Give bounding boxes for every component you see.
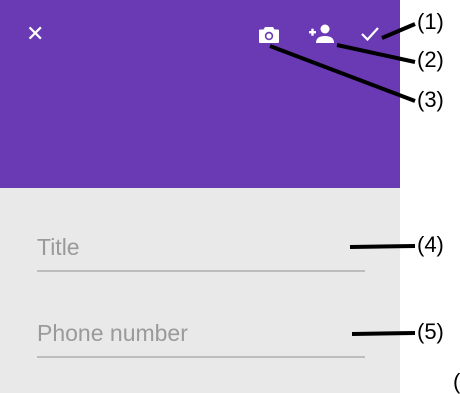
title-underline (37, 270, 365, 272)
callout-label-2: (2) (417, 47, 444, 72)
phone-number-field[interactable]: Phone number (37, 320, 365, 358)
contact-edit-screen: ✕ Title Phone number (0, 0, 400, 393)
phone-number-underline (37, 356, 365, 358)
close-icon[interactable]: ✕ (26, 24, 44, 46)
callout-label-3: (3) (417, 87, 444, 112)
callout-label-6: ( (453, 369, 460, 394)
camera-icon[interactable] (258, 26, 280, 44)
app-bar: ✕ (0, 0, 400, 188)
callout-label-5: (5) (417, 319, 444, 344)
callout-label-1: (1) (417, 9, 444, 34)
phone-number-placeholder: Phone number (37, 320, 188, 346)
add-person-icon[interactable] (309, 24, 335, 44)
callout-label-4: (4) (417, 232, 444, 257)
title-field[interactable]: Title (37, 234, 365, 272)
title-placeholder: Title (37, 234, 80, 260)
check-icon[interactable] (360, 26, 380, 42)
